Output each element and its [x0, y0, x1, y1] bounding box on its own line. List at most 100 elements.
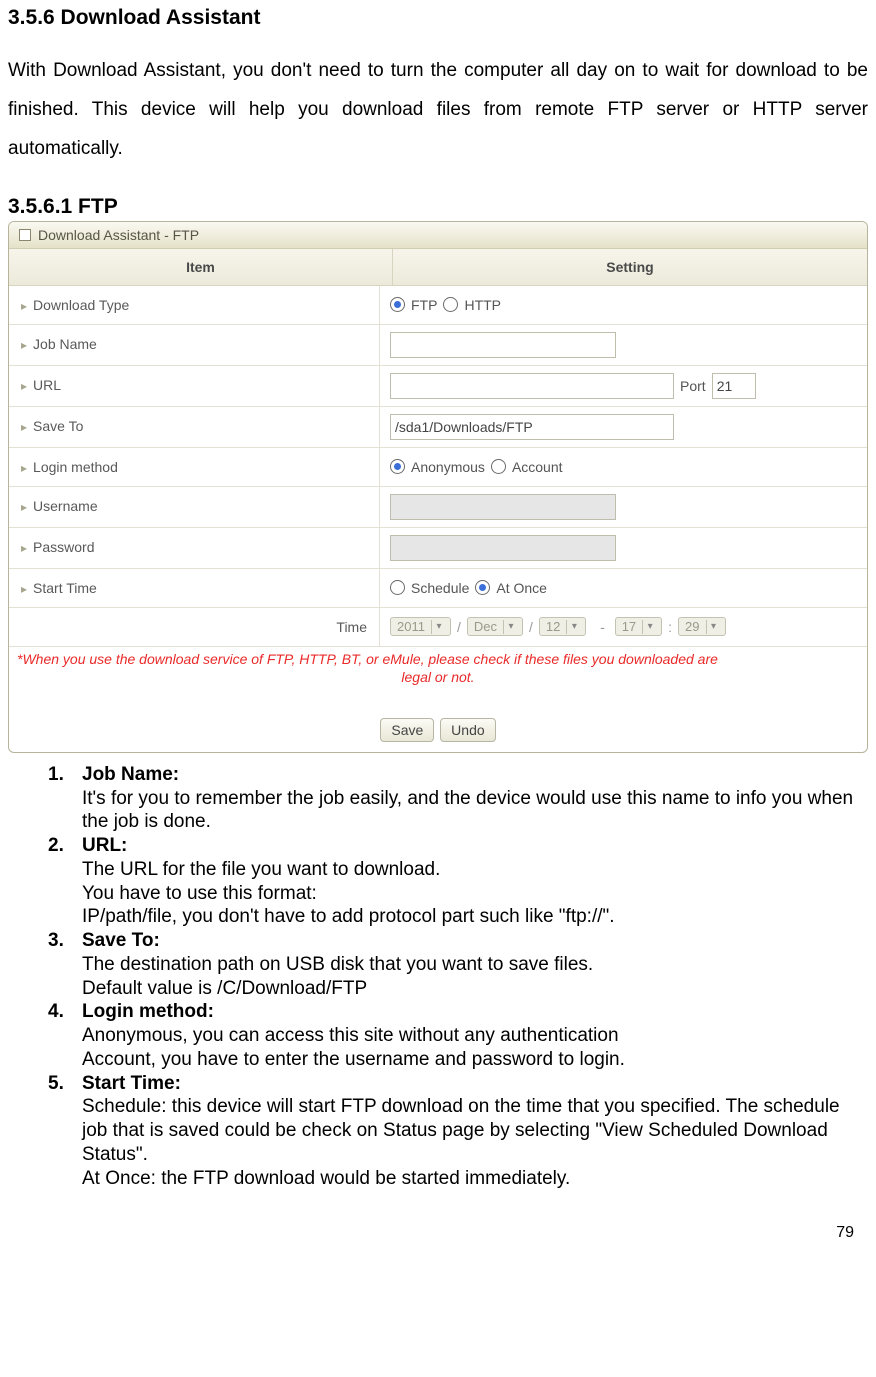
list-number: 4. — [48, 1000, 82, 1024]
row-arrow-icon: ▸ — [21, 582, 27, 596]
chevron-down-icon: ▾ — [503, 620, 518, 634]
panel-titlebar: Download Assistant - FTP — [9, 222, 867, 249]
row-username: ▸ Username — [9, 487, 867, 528]
save-to-input[interactable] — [390, 414, 674, 440]
hour-select: 17 ▾ — [615, 617, 662, 636]
ftp-settings-panel: Download Assistant - FTP Item Setting ▸ D… — [8, 221, 868, 753]
list-desc: It's for you to remember the job easily,… — [82, 787, 864, 835]
sep: : — [668, 619, 672, 635]
label-login-method: Login method — [33, 459, 118, 475]
label-start-time: Start Time — [33, 580, 97, 596]
radio-schedule[interactable] — [390, 580, 405, 595]
day-select: 12 ▾ — [539, 617, 586, 636]
list-desc: Anonymous, you can access this site with… — [82, 1024, 864, 1048]
label-download-type: Download Type — [33, 297, 129, 313]
chevron-down-icon: ▾ — [706, 620, 721, 634]
radio-account-label: Account — [512, 459, 563, 475]
radio-http-label: HTTP — [464, 297, 501, 313]
row-arrow-icon: ▸ — [21, 500, 27, 514]
radio-anonymous[interactable] — [390, 459, 405, 474]
password-input — [390, 535, 616, 561]
label-port: Port — [680, 378, 706, 394]
list-label: Login method: — [82, 1001, 214, 1022]
sep: / — [529, 619, 533, 635]
radio-at-once[interactable] — [475, 580, 490, 595]
radio-at-once-label: At Once — [496, 580, 547, 596]
list-number: 1. — [48, 763, 82, 787]
row-time: Time 2011 ▾ / Dec ▾ / 12 ▾ - 17 ▾ : 29 ▾ — [9, 608, 867, 647]
chevron-down-icon: ▾ — [431, 620, 446, 634]
username-input — [390, 494, 616, 520]
list-label: URL: — [82, 835, 127, 856]
row-arrow-icon: ▸ — [21, 338, 27, 352]
list-number: 3. — [48, 929, 82, 953]
label-password: Password — [33, 539, 94, 555]
year-value: 2011 — [397, 619, 425, 634]
month-value: Dec — [474, 619, 497, 634]
row-arrow-icon: ▸ — [21, 299, 27, 313]
list-desc: IP/path/file, you don't have to add prot… — [82, 905, 864, 929]
row-arrow-icon: ▸ — [21, 541, 27, 555]
row-arrow-icon: ▸ — [21, 379, 27, 393]
chevron-down-icon: ▾ — [566, 620, 581, 634]
row-save-to: ▸Save To — [9, 407, 867, 448]
year-select: 2011 ▾ — [390, 617, 451, 636]
table-header-row: Item Setting — [9, 249, 867, 286]
radio-anonymous-label: Anonymous — [411, 459, 485, 475]
list-item: 5.Start Time: Schedule: this device will… — [48, 1072, 864, 1191]
panel-title: Download Assistant - FTP — [38, 227, 199, 243]
row-download-type: ▸ Download Type FTP HTTP — [9, 286, 867, 325]
row-start-time: ▸ Start Time Schedule At Once — [9, 569, 867, 608]
list-desc: At Once: the FTP download would be start… — [82, 1167, 864, 1191]
list-number: 2. — [48, 834, 82, 858]
radio-ftp-label: FTP — [411, 297, 437, 313]
min-select: 29 ▾ — [678, 617, 725, 636]
day-value: 12 — [546, 619, 560, 634]
label-username: Username — [33, 498, 98, 514]
list-item: 2.URL: The URL for the file you want to … — [48, 834, 864, 929]
row-login-method: ▸ Login method Anonymous Account — [9, 448, 867, 487]
save-button[interactable]: Save — [380, 718, 434, 742]
list-desc: Account, you have to enter the username … — [82, 1048, 864, 1072]
col-item: Item — [9, 249, 393, 285]
warning-line2: legal or not. — [9, 669, 867, 693]
min-value: 29 — [685, 619, 699, 634]
list-desc: Schedule: this device will start FTP dow… — [82, 1095, 864, 1166]
list-item: 1.Job Name: It's for you to remember the… — [48, 763, 864, 834]
parameter-list: 1.Job Name: It's for you to remember the… — [8, 763, 868, 1191]
radio-ftp[interactable] — [390, 297, 405, 312]
row-arrow-icon: ▸ — [21, 461, 27, 475]
sep: - — [592, 619, 608, 635]
month-select: Dec ▾ — [467, 617, 523, 636]
label-url: URL — [33, 377, 61, 393]
list-item: 3.Save To: The destination path on USB d… — [48, 929, 864, 1000]
job-name-input[interactable] — [390, 332, 616, 358]
list-desc: You have to use this format: — [82, 882, 864, 906]
collapse-icon[interactable] — [19, 229, 31, 241]
port-input[interactable] — [712, 373, 756, 399]
list-item: 4.Login method: Anonymous, you can acces… — [48, 1000, 864, 1071]
list-desc: Default value is /C/Download/FTP — [82, 977, 864, 1001]
label-save-to: Save To — [33, 418, 83, 434]
button-bar: Save Undo — [9, 693, 867, 752]
sep: / — [457, 619, 461, 635]
url-input[interactable] — [390, 373, 674, 399]
chevron-down-icon: ▾ — [642, 620, 657, 634]
warning-line1: *When you use the download service of FT… — [9, 647, 867, 669]
undo-button[interactable]: Undo — [440, 718, 495, 742]
row-url: ▸ URL Port — [9, 366, 867, 407]
list-number: 5. — [48, 1072, 82, 1096]
col-setting: Setting — [393, 249, 867, 285]
section-heading: 3.5.6 Download Assistant — [8, 6, 868, 30]
hour-value: 17 — [622, 619, 636, 634]
label-job-name: Job Name — [33, 336, 97, 352]
list-desc: The URL for the file you want to downloa… — [82, 858, 864, 882]
radio-account[interactable] — [491, 459, 506, 474]
radio-http[interactable] — [443, 297, 458, 312]
list-desc: The destination path on USB disk that yo… — [82, 953, 864, 977]
label-time: Time — [336, 619, 367, 635]
list-label: Save To: — [82, 930, 160, 951]
list-label: Start Time: — [82, 1073, 181, 1094]
radio-schedule-label: Schedule — [411, 580, 469, 596]
page-number: 79 — [8, 1190, 868, 1252]
